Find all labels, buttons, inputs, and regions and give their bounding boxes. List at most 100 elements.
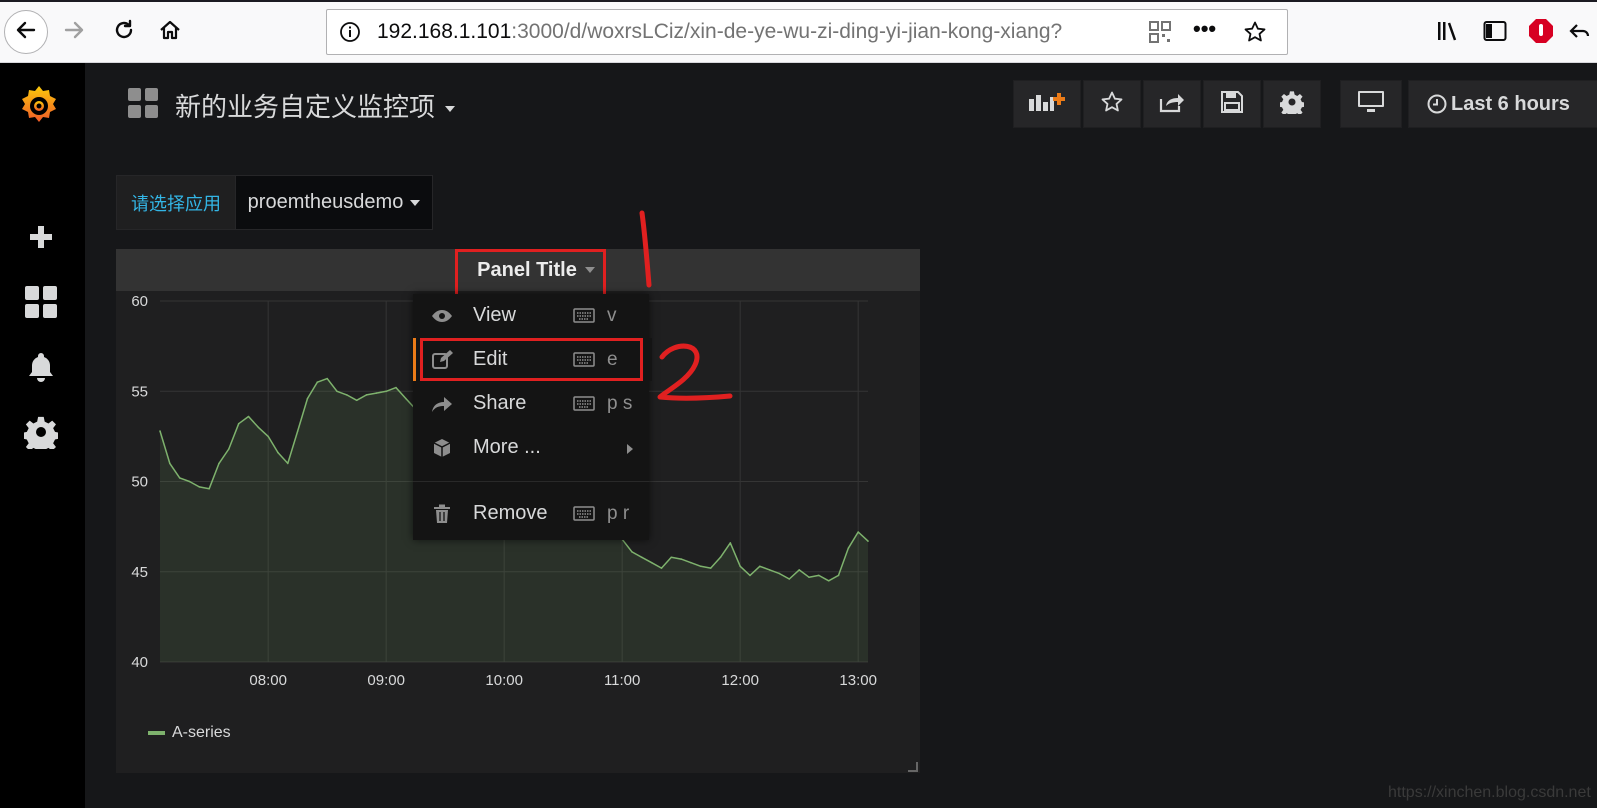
url-path: :3000/d/woxrsLCiz/xin-de-ye-wu-zi-ding-y… — [511, 20, 1063, 43]
data-point — [296, 430, 299, 432]
data-point — [247, 415, 250, 418]
share-dashboard-button[interactable] — [1143, 80, 1201, 128]
y-tick-label: 60 — [131, 293, 148, 310]
data-point — [768, 569, 771, 571]
data-point — [355, 399, 358, 402]
add-panel-button[interactable] — [1013, 80, 1081, 128]
gear-icon — [1278, 90, 1306, 119]
grafana-logo-icon[interactable] — [16, 83, 62, 129]
save-dashboard-button[interactable] — [1203, 80, 1261, 128]
data-point — [719, 556, 722, 559]
data-point — [218, 462, 220, 465]
menu-item-shortcut: p s — [607, 392, 633, 414]
home-button[interactable] — [152, 14, 188, 50]
info-icon[interactable] — [339, 21, 361, 48]
chevron-right-icon — [627, 444, 633, 454]
menu-item-share[interactable]: Share p s — [413, 382, 649, 425]
data-point — [808, 576, 810, 578]
back-button[interactable] — [4, 10, 48, 54]
dashboards-grid-icon[interactable] — [20, 281, 62, 323]
adblock-icon[interactable] — [1524, 14, 1558, 48]
data-point — [287, 462, 289, 465]
data-point — [178, 477, 181, 479]
variable-value: proemtheusdemo — [247, 191, 404, 213]
clock-icon — [1427, 94, 1447, 114]
data-point — [631, 551, 633, 553]
dashboard-apps-icon[interactable] — [127, 87, 159, 124]
address-bar[interactable]: 192.168.1.101:3000/d/woxrsLCiz/xin-de-ye… — [326, 9, 1288, 55]
share-icon — [431, 393, 453, 415]
y-tick-label: 55 — [131, 383, 148, 400]
data-point — [700, 565, 702, 568]
menu-item-remove[interactable]: Remove p r — [413, 492, 649, 535]
panel-resize-handle[interactable] — [908, 762, 918, 772]
menu-item-view[interactable]: View v — [413, 294, 649, 337]
reload-button[interactable] — [106, 14, 142, 50]
time-picker-button[interactable]: Last 6 hours — [1408, 80, 1597, 128]
monitor-icon — [1357, 90, 1385, 119]
reload-icon — [112, 18, 136, 47]
sidebar-toggle-icon[interactable] — [1478, 14, 1512, 48]
library-icon[interactable] — [1432, 14, 1466, 48]
url-text[interactable]: 192.168.1.101:3000/d/woxrsLCiz/xin-de-ye… — [377, 20, 1062, 44]
x-tick-label: 12:00 — [721, 672, 759, 689]
share-icon — [1159, 90, 1185, 119]
menu-item-label: More ... — [473, 436, 541, 458]
create-plus-icon[interactable] — [20, 216, 62, 258]
legend-label[interactable]: A-series — [172, 724, 231, 742]
browser-top-edge — [0, 0, 1597, 2]
data-point — [395, 386, 397, 389]
data-point — [385, 390, 388, 393]
configuration-gear-icon[interactable] — [20, 411, 62, 453]
data-point — [306, 397, 309, 400]
variable-select[interactable]: proemtheusdemo — [235, 175, 433, 230]
alerting-bell-icon[interactable] — [20, 346, 62, 388]
data-point — [837, 574, 840, 577]
data-point — [650, 561, 653, 564]
dashboard-title-text: 新的业务自定义监控项 — [175, 92, 436, 122]
grafana-sidemenu — [0, 63, 85, 808]
menu-item-label: Remove — [473, 502, 548, 524]
forward-button[interactable] — [56, 14, 92, 50]
menu-item-more[interactable]: More ... — [413, 426, 649, 469]
time-range-label: Last 6 hours — [1451, 92, 1570, 115]
page-actions-button[interactable]: ••• — [1193, 16, 1216, 42]
bookmark-star-icon[interactable] — [1243, 20, 1267, 49]
data-point — [641, 556, 643, 559]
add-panel-icon — [1027, 91, 1067, 118]
chevron-down-icon — [410, 199, 421, 206]
data-point — [277, 451, 279, 454]
highlight-box-panel-title — [455, 249, 606, 297]
data-point — [159, 430, 161, 432]
y-tick-label: 45 — [131, 564, 148, 581]
data-point — [729, 542, 732, 544]
trash-icon — [431, 503, 453, 525]
qr-code-icon[interactable] — [1149, 21, 1171, 48]
tv-mode-button[interactable] — [1340, 80, 1402, 128]
star-dashboard-button[interactable] — [1083, 80, 1141, 128]
data-point — [169, 462, 171, 465]
menu-divider — [413, 481, 649, 482]
arrow-right-icon — [62, 18, 86, 47]
arrow-left-icon — [14, 18, 38, 47]
data-point — [326, 377, 328, 380]
data-point — [198, 486, 201, 488]
data-point — [847, 547, 850, 550]
data-point — [188, 480, 191, 483]
menu-item-label: View — [473, 304, 516, 326]
save-icon — [1220, 90, 1244, 119]
overflow-arrow-icon[interactable] — [1564, 14, 1594, 48]
data-point — [739, 565, 741, 568]
keyboard-icon — [573, 396, 595, 411]
menu-item-shortcut: v — [607, 304, 617, 326]
data-point — [709, 567, 712, 569]
data-point — [365, 394, 368, 396]
data-point — [208, 487, 210, 490]
keyboard-icon — [573, 308, 595, 323]
data-point — [867, 540, 869, 542]
dashboard-settings-button[interactable] — [1263, 80, 1321, 128]
url-host: 192.168.1.101 — [377, 20, 512, 43]
dashboard-title[interactable]: 新的业务自定义监控项 — [175, 87, 456, 124]
y-tick-label: 50 — [131, 474, 148, 491]
data-point — [690, 561, 692, 564]
